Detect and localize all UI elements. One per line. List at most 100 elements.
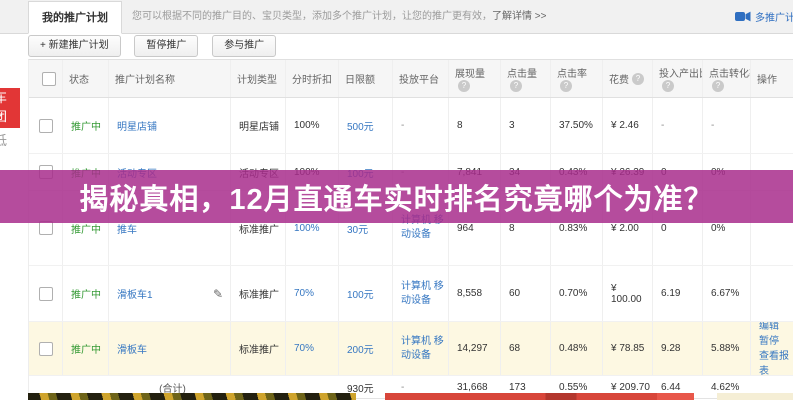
time-discount: 100% [294,120,320,131]
column-header: 投放平台 [393,60,449,97]
column-header-label: 日限额 [345,71,375,86]
toolbar: + 新建推广计划 暂停推广 参与推广 [0,34,793,59]
plan-type: 标准推广 [239,341,279,356]
name-cell: 滑板车1 ✎ [109,266,231,321]
daily-limit-link[interactable]: 100元 [347,286,374,301]
daily-limit-link[interactable]: 200元 [347,341,374,356]
roi-cell: - [653,98,703,153]
column-header-label: 计划类型 [237,71,277,86]
info-icon[interactable]: ? [662,80,674,92]
column-header: 投入产出比? [653,60,703,97]
ctr-cell: 0.70% [551,266,603,321]
name-cell: 明星店铺 [109,98,231,153]
summary-roi: 6.44 [661,382,680,393]
campaign-status: 推广中 [71,118,101,133]
thumbnail-1[interactable] [28,393,356,400]
value-clicks: 68 [509,343,520,354]
hint-text-body: 您可以根据不同的推广目的、宝贝类型，添加多个推广计划，让您的推广更有效， [132,11,492,22]
value-ctr: 37.50% [559,120,593,131]
row-checkbox[interactable] [39,342,53,356]
table-body: 推广中明星店铺明星店铺100%500元-8337.50%¥ 2.46--推广中活… [29,98,793,376]
column-header: 分时折扣 [286,60,339,97]
limit-cell: 200元 [339,322,393,375]
info-icon[interactable]: ? [510,80,522,92]
column-header-label: 投放平台 [399,71,439,86]
side-red-badge[interactable]: 车 团 [0,88,20,128]
table-row: 推广中 滑板车1 ✎ 标准推广 70% 100元 计算机 移动设备 8,558 600.70% ¥… [29,266,793,322]
checkbox-cell [29,98,63,153]
platform[interactable]: 计算机 移动设备 [401,335,445,363]
column-header-label: 花费 [609,71,629,86]
value-ctr: 0.48% [559,343,587,354]
row-checkbox[interactable] [39,287,53,301]
daily-limit-link[interactable]: 500元 [347,118,374,133]
column-header: 计划类型 [231,60,286,97]
app-window: 我的推广计划 您可以根据不同的推广目的、宝贝类型，添加多个推广计划，让您的推广更… [0,0,793,400]
row-checkbox[interactable] [39,221,53,235]
action-link[interactable]: 暂停 [759,334,779,349]
value-clicks: 3 [509,120,515,131]
time-discount[interactable]: 70% [294,288,314,299]
column-header-label: 点击转化率 [709,65,751,80]
join-campaign-button[interactable]: 参与推广 [212,35,276,57]
campaign-name-link[interactable]: 滑板车1 [117,286,153,301]
multi-campaign-intro-link[interactable]: 多推广计划介绍 [735,0,793,33]
plan-type-cell: 标准推广 [231,266,286,321]
discount-cell: 70% [286,322,339,375]
platform[interactable]: 计算机 移动设备 [401,280,445,308]
time-discount[interactable]: 100% [294,223,320,234]
value-roi: 6.19 [661,288,680,299]
column-header: 推广计划名称 [109,60,231,97]
new-campaign-button[interactable]: + 新建推广计划 [28,35,121,57]
thumbnail-2[interactable] [385,393,694,400]
time-discount[interactable]: 70% [294,343,314,354]
value-cvr: 5.88% [711,343,739,354]
select-all-checkbox[interactable] [42,72,56,86]
campaign-name-link[interactable]: 明星店铺 [117,118,157,133]
thumbnail-3[interactable] [717,393,793,400]
campaign-status: 推广中 [71,341,101,356]
roi-cell: 9.28 [653,322,703,375]
action-link[interactable]: 查看报表 [759,349,790,376]
value-roi: 9.28 [661,343,680,354]
value-cost: ¥ 100.00 [611,283,649,305]
status-cell: 推广中 [63,266,109,321]
summary-platform: - [401,382,404,393]
plan-type-cell: 明星店铺 [231,98,286,153]
cost-cell: ¥ 78.85 [603,322,653,375]
video-camera-icon [735,11,751,22]
table-row: 推广中明星店铺明星店铺100%500元-8337.50%¥ 2.46-- [29,98,793,154]
info-icon[interactable]: ? [560,80,572,92]
info-icon[interactable]: ? [712,80,724,92]
actions-cell: 编辑暂停查看报表 [751,322,793,375]
row-checkbox[interactable] [39,119,53,133]
info-icon[interactable]: ? [632,73,644,85]
info-icon[interactable]: ? [458,80,470,92]
banner-overlay: 揭秘真相，12月直通车实时排名究竟哪个为准？ [0,170,793,223]
side-strip-item[interactable]: 低 [0,130,20,149]
column-header-label: 展现量 [455,65,485,80]
value-roi: - [661,120,664,131]
cost-cell: ¥ 2.46 [603,98,653,153]
campaign-name-link[interactable]: 滑板车 [117,341,147,356]
checkbox-cell [29,266,63,321]
roi-cell: 6.19 [653,266,703,321]
video-link-label: 多推广计划介绍 [755,9,793,24]
action-link[interactable]: 编辑 [759,322,779,334]
edit-pencil-icon[interactable]: ✎ [213,287,223,301]
column-header-label: 投入产出比 [659,65,703,80]
table-header-row: 状态推广计划名称计划类型分时折扣日限额投放平台展现量?点击量?点击率?花费?投入… [29,60,793,98]
summary-ctr: 0.55% [559,382,587,393]
pause-campaign-button[interactable]: 暂停推广 [134,35,198,57]
summary-clicks: 173 [509,382,526,393]
column-header: 状态 [63,60,109,97]
clicks-cell: 60 [501,266,551,321]
value-impressions: 8,558 [457,288,482,299]
campaign-status: 推广中 [71,286,101,301]
tab-my-campaigns[interactable]: 我的推广计划 [28,1,122,34]
learn-more-link[interactable]: 了解详情 >> [492,11,546,22]
column-header: 点击率? [551,60,603,97]
checkbox-cell [29,322,63,375]
column-header-label: 点击量 [507,65,537,80]
column-header: 点击量? [501,60,551,97]
